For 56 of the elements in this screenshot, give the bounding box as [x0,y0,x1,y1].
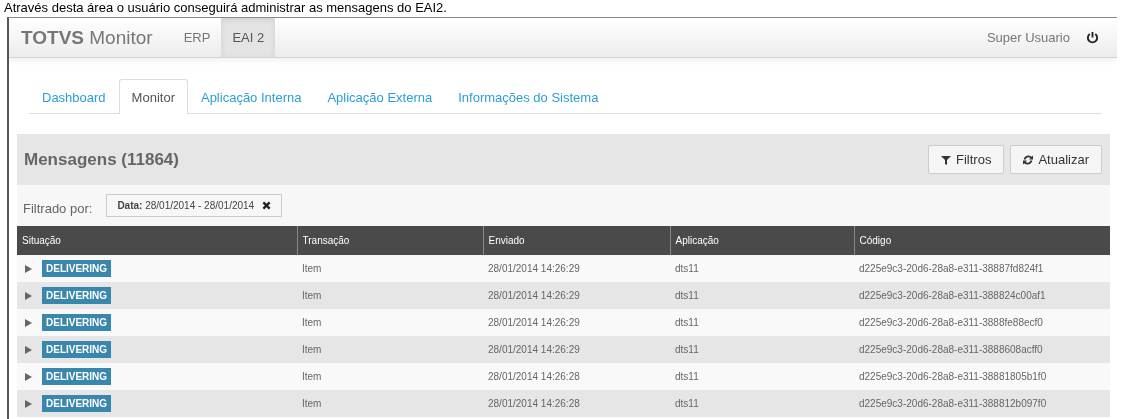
table-cell: 28/01/2014 14:26:29 [483,255,670,282]
table-cell: 28/01/2014 14:26:29 [483,309,670,336]
filter-tag-text: Data: 28/01/2014 - 28/01/2014 [117,200,255,211]
table-cell: dts11 [670,363,854,390]
table-cell: d225e9c3-20d6-28a8-e311-388812b097f0 [854,390,1110,417]
table-cell: dts11 [670,390,854,417]
column-header[interactable]: Transação [297,226,483,255]
table-cell: Item [297,363,483,390]
status-label: DELIVERING [42,314,112,331]
refresh-button[interactable]: Atualizar [1010,145,1102,174]
table-cell: 28/01/2014 14:26:28 [483,363,670,390]
table-cell: Item [297,282,483,309]
filter-button[interactable]: Filtros [928,145,1005,174]
column-header[interactable]: Código [854,226,1110,255]
table-cell: d225e9c3-20d6-28a8-e311-3888fe88ecf0 [854,309,1110,336]
table-cell: 28/01/2014 14:26:28 [483,390,670,417]
expand-row-button[interactable] [25,372,32,381]
column-header[interactable]: Situação [17,226,297,255]
status-label: DELIVERING [42,368,112,385]
status-label: DELIVERING [42,395,112,412]
app-brand: TOTVS Monitor [20,26,154,49]
table-cell: d225e9c3-20d6-28a8-e311-38881805b1f0 [854,363,1110,390]
table-cell: dts11 [670,282,854,309]
table-cell: Item [297,309,483,336]
status-label: DELIVERING [42,287,112,304]
expand-row-button[interactable] [25,291,32,300]
table-cell: 28/01/2014 14:26:29 [483,336,670,363]
column-header[interactable]: Enviado [483,226,670,255]
tab[interactable]: Monitor [118,79,188,114]
table-cell: Item [297,390,483,417]
table-cell: Item [297,255,483,282]
table-cell: dts11 [670,336,854,363]
close-icon[interactable] [262,201,272,210]
table-cell: Item [297,336,483,363]
column-header[interactable]: Aplicação [670,226,854,255]
nav-menu-item[interactable]: ERP [172,18,222,57]
table-cell: dts11 [670,255,854,282]
power-icon[interactable] [1086,31,1099,44]
user-name[interactable]: Super Usuario [986,30,1070,45]
nav-menu-item[interactable]: EAI 2 [221,18,276,57]
panel-title: Mensagens (11864) [24,149,180,170]
table-cell: 28/01/2014 14:26:29 [483,282,670,309]
filter-label: Filtrado por: [23,200,93,216]
refresh-icon [1023,154,1034,165]
expand-row-button[interactable] [25,264,32,273]
table-cell: d225e9c3-20d6-28a8-e311-38887fd824f1 [854,255,1110,282]
expand-row-button[interactable] [25,318,32,327]
expand-row-button[interactable] [25,345,32,354]
status-label: DELIVERING [42,260,112,277]
table-cell: d225e9c3-20d6-28a8-e311-388824c00af1 [854,282,1110,309]
caption-text: Através desta área o usuário conseguirá administrar as mensagens do EAI2. [4,0,447,15]
table-cell: dts11 [670,309,854,336]
table-cell: d225e9c3-20d6-28a8-e311-3888608acff0 [854,336,1110,363]
expand-row-button[interactable] [25,399,32,408]
status-label: DELIVERING [42,341,112,358]
filter-icon [941,154,952,165]
